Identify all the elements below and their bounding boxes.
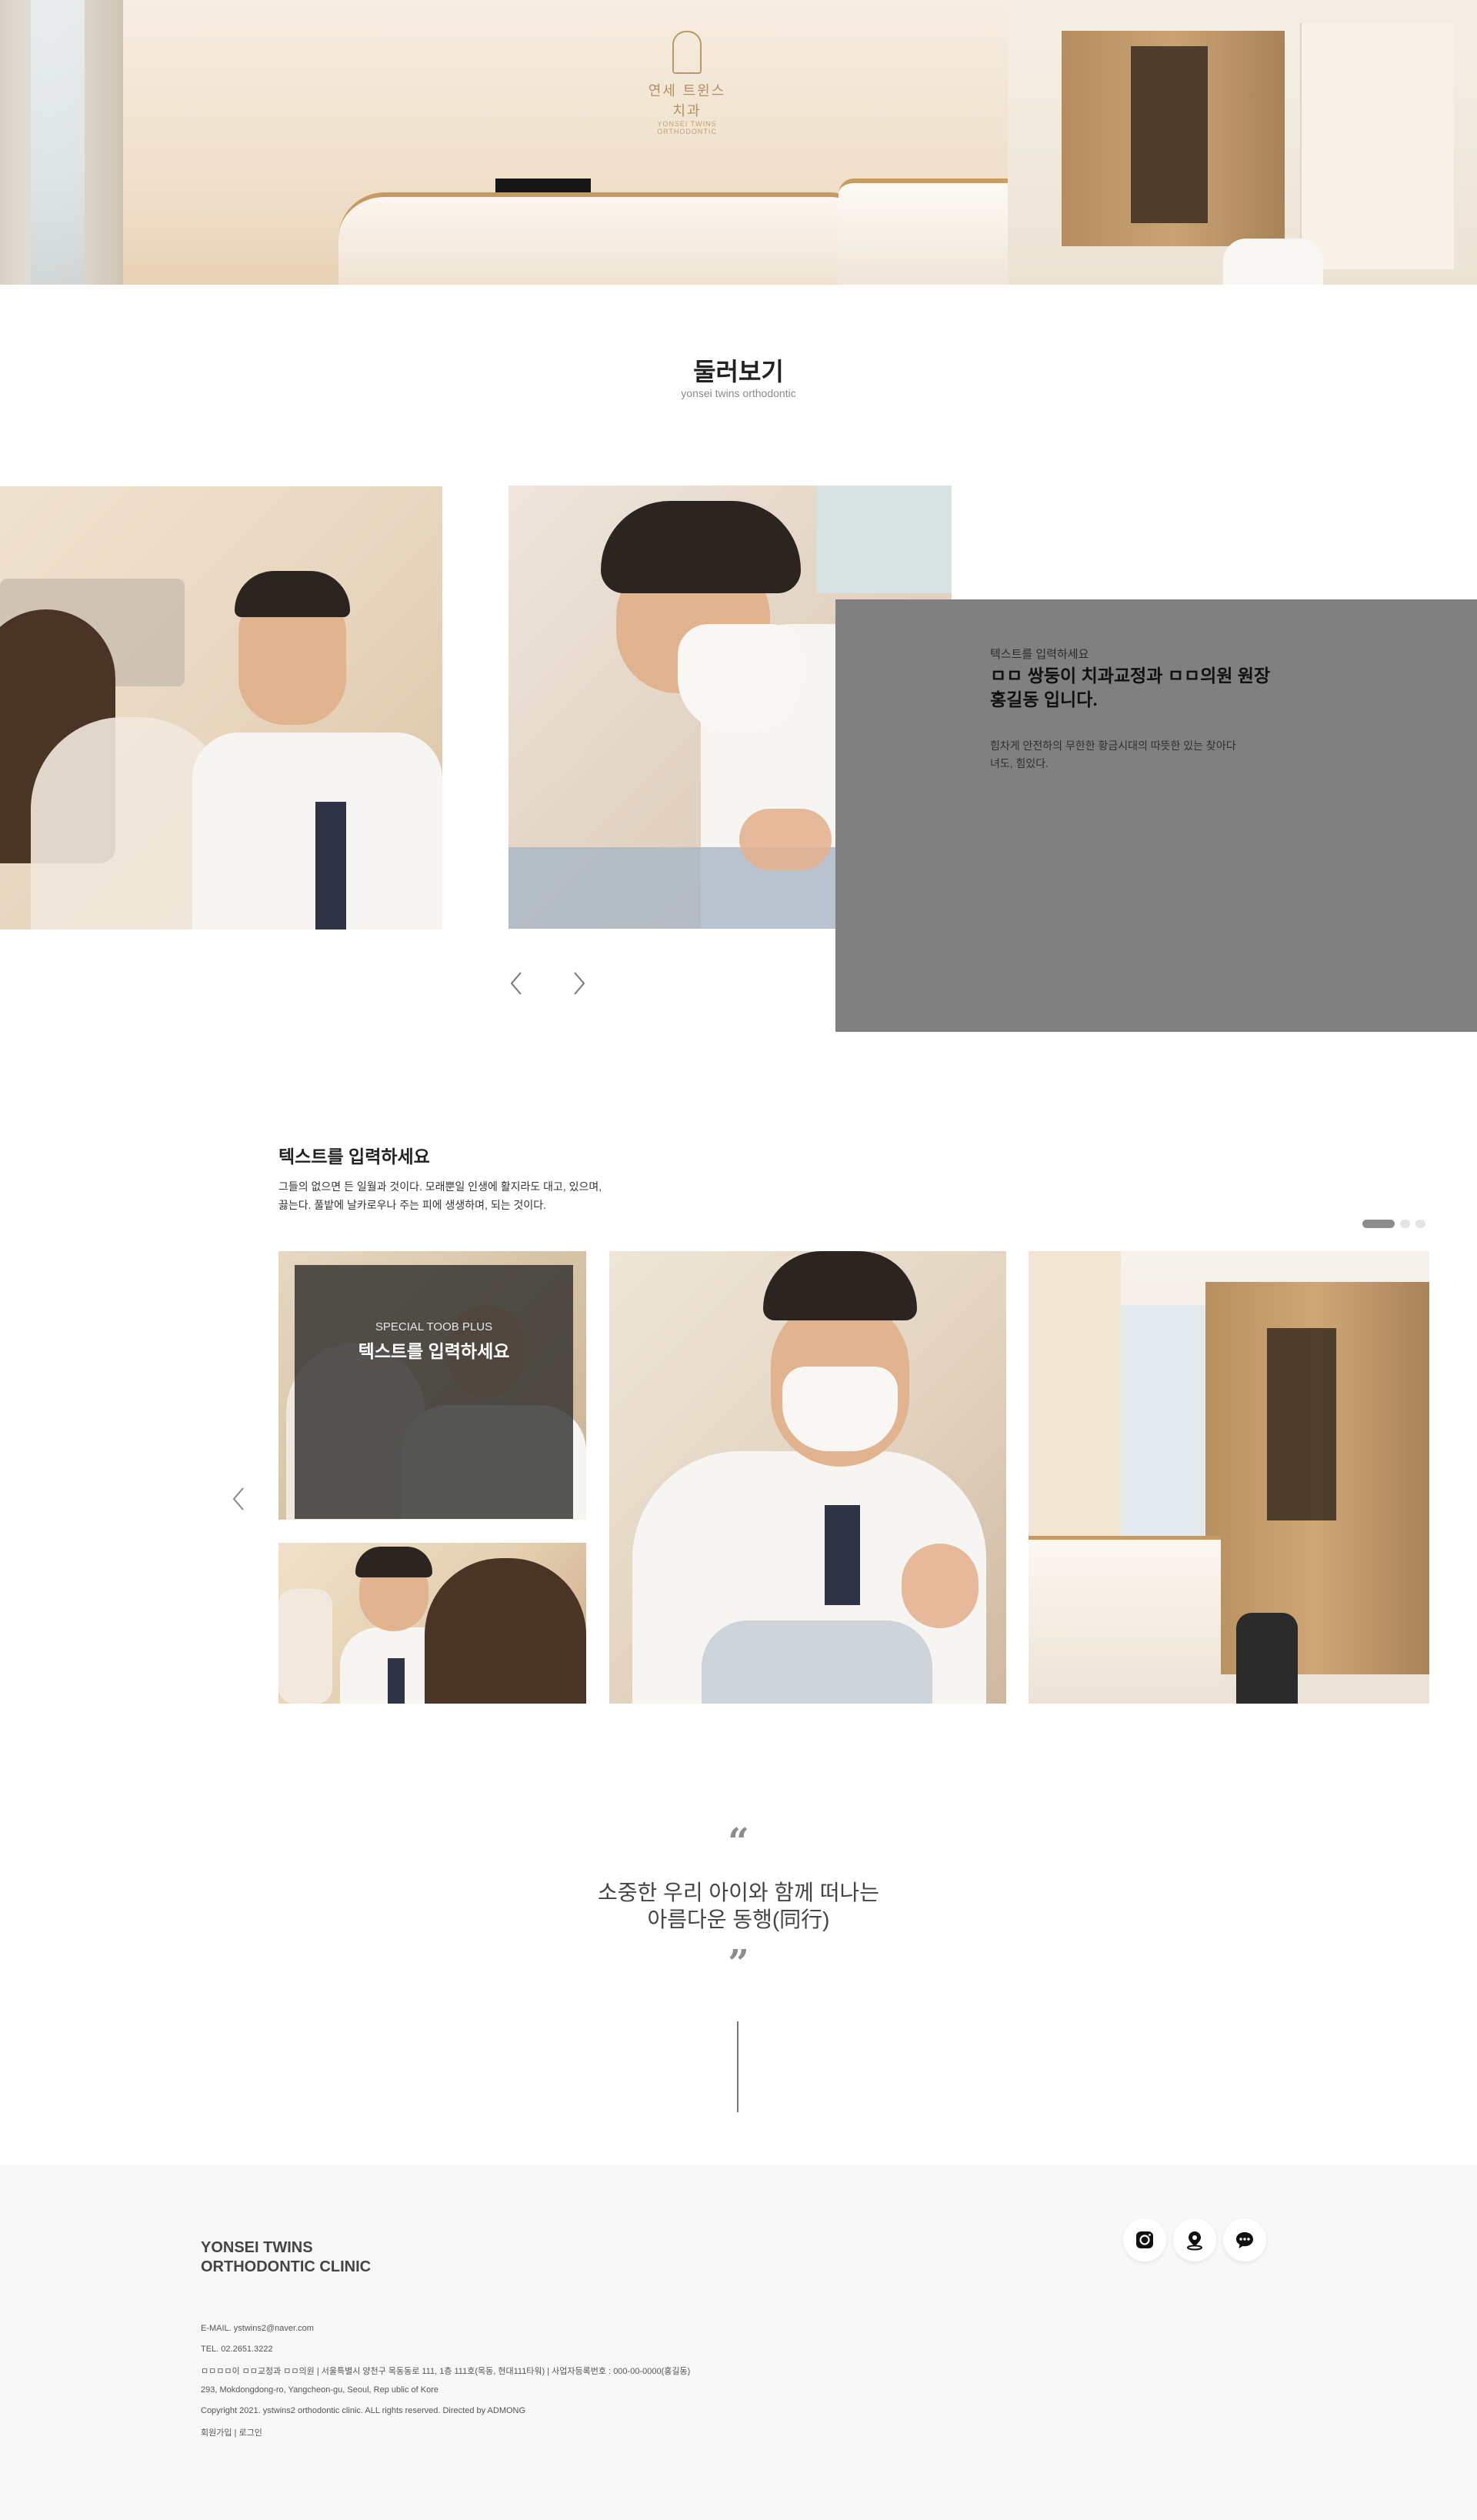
clinic-emblem-icon bbox=[672, 31, 702, 74]
quote-line-1: 소중한 우리 아이와 함께 떠나는 bbox=[598, 1881, 879, 1904]
footer-brand-line1: YONSEI TWINS bbox=[201, 2239, 313, 2256]
quote-open-mark: “ bbox=[728, 1821, 749, 1864]
section-subtitle: yonsei twins orthodontic bbox=[681, 387, 796, 399]
doctor-info-title-line2: 홍길동 입니다. bbox=[990, 689, 1098, 709]
slider-next-button[interactable] bbox=[567, 968, 590, 999]
chevron-right-icon bbox=[574, 972, 585, 995]
photo-doctor-hair bbox=[763, 1251, 917, 1320]
special-kicker: SPECIAL TOOB PLUS bbox=[375, 1320, 493, 1333]
doctor-info-desc: 힘차게 안전하의 무한한 황금시대의 따뜻한 있는 찾아다 녀도, 힘있다. bbox=[990, 737, 1298, 773]
hero-shelf-display bbox=[1131, 46, 1208, 223]
photo-patient-hair bbox=[425, 1558, 586, 1704]
gallery-card-doctor-masked[interactable] bbox=[609, 1251, 1006, 1704]
doctor-info-title: ㅁㅁ 쌍둥이 치과교정과 ㅁㅁ의원 원장 홍길동 입니다. bbox=[990, 664, 1321, 712]
doctor-info-desc-line1: 힘차게 안전하의 무한한 황금시대의 따뜻한 있는 찾아다 bbox=[990, 739, 1236, 752]
photo-doctor-tie bbox=[315, 802, 346, 930]
hero-lounge-chair bbox=[1223, 239, 1323, 285]
photo-doctor-mask bbox=[782, 1367, 898, 1451]
photo-patient bbox=[702, 1620, 932, 1704]
section-title: 둘러보기 bbox=[693, 358, 784, 386]
hero-door bbox=[1300, 23, 1454, 269]
photo-window bbox=[816, 486, 952, 593]
photo-shelf-display bbox=[1267, 1328, 1336, 1520]
quote-divider bbox=[737, 2021, 738, 2112]
footer-copyright: Copyright 2021. ystwins2 orthodontic cli… bbox=[201, 2406, 526, 2415]
footer-brand-line2: ORTHODONTIC CLINIC bbox=[201, 2258, 372, 2275]
slide-photo-doctor-portrait bbox=[0, 486, 442, 930]
hero-clinic-sign: 연세 트윈스 치과 YONSEI TWINS ORTHODONTIC bbox=[645, 31, 729, 135]
gallery-dot-1[interactable] bbox=[1362, 1220, 1395, 1228]
quote-line-2: 아름다운 동행(同行) bbox=[647, 1908, 830, 1931]
photo-doctor-tie bbox=[825, 1505, 860, 1605]
footer-email: E-MAIL. ystwins2@naver.com bbox=[201, 2324, 314, 2333]
doctor-info-title-line1: ㅁㅁ 쌍둥이 치과교정과 ㅁㅁ의원 원장 bbox=[990, 666, 1271, 686]
photo-doctor-hair bbox=[235, 571, 350, 617]
footer-tel: TEL. 02.2651.3222 bbox=[201, 2345, 273, 2354]
gallery-desc: 그들의 없으면 든 일월과 것이다. 모래뿐일 인생에 활지라도 대고, 있으며… bbox=[278, 1177, 709, 1214]
footer-address-kr: ㅁㅁㅁㅁ이 ㅁㅁ교정과 ㅁㅁ의원 | 서울특별시 양천구 목동동로 111, 1… bbox=[201, 2367, 691, 2376]
gallery-card-clinic-room[interactable] bbox=[1029, 1251, 1429, 1704]
photo-doctor-tie bbox=[388, 1658, 405, 1704]
photo-doctor-mask bbox=[678, 624, 801, 732]
photo-chair bbox=[1236, 1613, 1298, 1704]
photo-equipment bbox=[278, 1589, 332, 1704]
chevron-left-icon bbox=[232, 1487, 244, 1510]
photo-doctor-hands bbox=[739, 809, 832, 870]
chat-button[interactable] bbox=[1223, 2218, 1266, 2261]
slider-prev-button[interactable] bbox=[505, 968, 528, 999]
chat-icon bbox=[1236, 2232, 1253, 2248]
quote-close-mark: ” bbox=[728, 1942, 749, 1985]
hero-sign-text: 연세 트윈스 치과 bbox=[648, 83, 726, 119]
hero-sign-sub: YONSEI TWINS ORTHODONTIC bbox=[657, 120, 717, 135]
special-overlay bbox=[295, 1265, 573, 1519]
special-title: 텍스트를 입력하세요 bbox=[358, 1341, 510, 1361]
gallery-desc-line1: 그들의 없으면 든 일월과 것이다. 모래뿐일 인생에 활지라도 대고, 있으며… bbox=[278, 1180, 602, 1193]
hero-banner: 연세 트윈스 치과 YONSEI TWINS ORTHODONTIC bbox=[0, 0, 1477, 285]
photo-window bbox=[1121, 1305, 1205, 1559]
doctor-info-label: 텍스트를 입력하세요 bbox=[990, 648, 1089, 661]
photo-doctor-hair bbox=[601, 501, 801, 593]
footer-address-en: 293, Mokdongdong-ro, Yangcheon-gu, Seoul… bbox=[201, 2385, 439, 2395]
chevron-left-icon bbox=[510, 972, 522, 995]
photo-doctor-hair bbox=[355, 1547, 432, 1577]
footer bbox=[0, 2165, 1477, 2520]
hero-reception-desk bbox=[338, 192, 862, 285]
footer-member-links[interactable]: 회원가입 | 로그인 bbox=[201, 2426, 262, 2438]
hero-window bbox=[31, 0, 85, 285]
photo-doctor-hand bbox=[902, 1544, 979, 1628]
gallery-dot-2[interactable] bbox=[1400, 1220, 1410, 1228]
gallery-prev-button[interactable] bbox=[228, 1484, 251, 1514]
gallery-card-doctor-patient[interactable] bbox=[278, 1543, 586, 1704]
map-button[interactable] bbox=[1173, 2218, 1216, 2261]
doctor-info-desc-line2: 녀도, 힘있다. bbox=[990, 757, 1049, 769]
gallery-dot-3[interactable] bbox=[1415, 1220, 1425, 1228]
instagram-button[interactable] bbox=[1123, 2218, 1166, 2261]
instagram-icon bbox=[1136, 2231, 1153, 2248]
photo-reception-desk bbox=[1029, 1536, 1221, 1704]
gallery-title: 텍스트를 입력하세요 bbox=[278, 1147, 430, 1167]
gallery-desc-line2: 끓는다. 풀밭에 날카로우나 주는 피에 생생하며, 되는 것이다. bbox=[278, 1199, 547, 1211]
map-pin-icon bbox=[1187, 2231, 1202, 2251]
